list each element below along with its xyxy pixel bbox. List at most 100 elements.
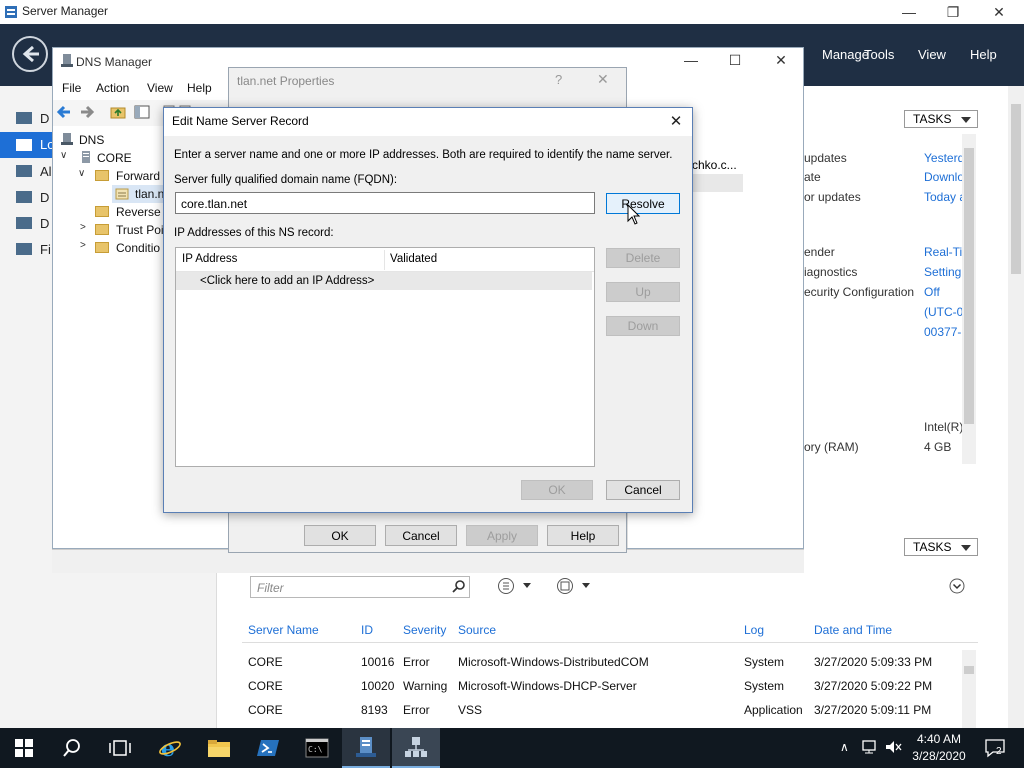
cell-severity: Error	[403, 703, 430, 717]
save-query-icon[interactable]	[556, 577, 596, 595]
volume-muted-icon[interactable]	[884, 739, 902, 755]
add-ip-text[interactable]: <Click here to add an IP Address>	[200, 275, 374, 287]
internet-explorer-icon[interactable]: e	[146, 728, 194, 768]
network-icon[interactable]	[862, 739, 880, 755]
events-scrollbar[interactable]	[962, 650, 976, 728]
tree-item-dns[interactable]: DNS	[79, 133, 104, 147]
show-console-tree-icon[interactable]	[134, 104, 150, 120]
help-icon[interactable]: ?	[555, 72, 562, 87]
back-icon[interactable]	[56, 104, 72, 120]
col-id[interactable]: ID	[361, 623, 373, 637]
prop-value-link[interactable]: Yesterd	[924, 151, 964, 165]
dns-close-button[interactable]: ✕	[758, 48, 804, 72]
menu-tools[interactable]: Tools	[864, 47, 894, 62]
cell-source: Microsoft-Windows-DHCP-Server	[458, 679, 637, 693]
cell-log: System	[744, 655, 785, 669]
menu-view[interactable]: View	[918, 47, 946, 62]
prop-label: updates	[804, 151, 847, 165]
resolve-button[interactable]: Resolve	[606, 193, 680, 214]
notifications-icon[interactable]	[984, 738, 1006, 758]
chevron-up-icon[interactable]: ∧	[840, 740, 849, 754]
col-server-name[interactable]: Server Name	[248, 623, 319, 637]
search-icon[interactable]	[48, 728, 96, 768]
cell-date: 3/27/2020 5:09:33 PM	[814, 655, 933, 669]
col-log[interactable]: Log	[744, 623, 764, 637]
prop-value-link[interactable]: Setting	[924, 265, 961, 279]
cell-source: Microsoft-Windows-DistributedCOM	[458, 655, 649, 669]
menu-help[interactable]: Help	[970, 47, 997, 62]
forward-icon[interactable]	[79, 104, 95, 120]
main-scrollbar[interactable]	[1008, 86, 1024, 728]
chevron-down-icon[interactable]: ∨	[60, 150, 67, 161]
dns-maximize-button[interactable]: ☐	[712, 48, 758, 72]
menu-file[interactable]: File	[62, 81, 81, 95]
props-ok-button[interactable]: OK	[304, 525, 376, 546]
powershell-icon[interactable]	[244, 728, 292, 768]
col-severity[interactable]: Severity	[403, 623, 446, 637]
prop-value-link[interactable]: Real-Ti	[924, 245, 962, 259]
column-divider[interactable]	[384, 250, 385, 270]
task-view-icon[interactable]	[96, 728, 144, 768]
minimize-button[interactable]: —	[886, 0, 932, 24]
back-arrow-icon[interactable]	[12, 36, 48, 72]
window-title: Server Manager	[22, 4, 109, 18]
prop-value-link[interactable]: (UTC-0	[924, 305, 963, 319]
menu-help[interactable]: Help	[187, 81, 212, 95]
dns-manager-icon	[61, 54, 73, 67]
tasks-dropdown-top[interactable]: TASKS	[904, 110, 978, 128]
filter-input[interactable]: Filter	[250, 576, 470, 598]
chevron-down-icon[interactable]: ∨	[78, 168, 85, 179]
prop-label: ate	[804, 170, 821, 184]
col-validated[interactable]: Validated	[390, 253, 437, 265]
tree-item-conditional-forwarders[interactable]: Conditio	[116, 241, 160, 255]
prop-value-link[interactable]: Today a	[924, 190, 966, 204]
prop-value-link[interactable]: Off	[924, 285, 940, 299]
menu-view[interactable]: View	[147, 81, 173, 95]
menu-manage[interactable]: Manage	[822, 47, 869, 62]
tree-item-core[interactable]: CORE	[97, 151, 132, 165]
col-date-time[interactable]: Date and Time	[814, 623, 892, 637]
delete-button[interactable]: Delete	[606, 248, 680, 268]
tasks-dropdown-events[interactable]: TASKS	[904, 538, 978, 556]
dns-manager-taskbar-icon[interactable]	[392, 728, 440, 768]
clock-date[interactable]: 3/28/2020	[907, 749, 971, 763]
clock-time[interactable]: 4:40 AM	[913, 732, 965, 746]
ip-list-label: IP Addresses of this NS record:	[174, 227, 334, 239]
prop-value-link[interactable]: Downlo	[924, 170, 964, 184]
menu-action[interactable]: Action	[96, 81, 129, 95]
file-explorer-icon[interactable]	[195, 728, 243, 768]
props-apply-button[interactable]: Apply	[466, 525, 538, 546]
panel-scrollbar[interactable]	[962, 134, 976, 464]
tree-item-trust-points[interactable]: Trust Poi	[116, 223, 164, 237]
up-button[interactable]: Up	[606, 282, 680, 302]
chevron-down-icon	[961, 117, 971, 123]
prop-label: ender	[804, 245, 835, 259]
restore-button[interactable]: ❐	[930, 0, 976, 24]
props-cancel-button[interactable]: Cancel	[385, 525, 457, 546]
props-help-button[interactable]: Help	[547, 525, 619, 546]
list-options-icon[interactable]	[497, 577, 537, 595]
fqdn-label: Server fully qualified domain name (FQDN…	[174, 174, 398, 186]
search-icon[interactable]	[452, 579, 466, 593]
expand-collapse-icon[interactable]	[949, 578, 965, 594]
props-close-icon[interactable]: ✕	[597, 71, 609, 88]
close-icon[interactable]: ✕	[664, 110, 688, 132]
prop-value-link[interactable]: 00377-	[924, 325, 961, 339]
fqdn-input[interactable]: core.tlan.net	[175, 192, 595, 214]
col-source[interactable]: Source	[458, 623, 496, 637]
up-folder-icon[interactable]	[110, 104, 126, 120]
dialog-ok-button[interactable]: OK	[521, 480, 593, 500]
dialog-cancel-button[interactable]: Cancel	[606, 480, 680, 500]
chevron-right-icon[interactable]: >	[80, 222, 86, 233]
cell-id: 10016	[361, 655, 395, 669]
tree-item-zone-tlan[interactable]: tlan.n	[135, 187, 164, 201]
col-ip-address[interactable]: IP Address	[182, 253, 237, 265]
server-manager-taskbar-icon[interactable]	[342, 728, 390, 768]
start-windows-icon[interactable]	[0, 728, 48, 768]
dns-minimize-button[interactable]: —	[668, 48, 714, 72]
command-prompt-icon[interactable]: C:\	[293, 728, 341, 768]
close-button[interactable]: ✕	[976, 0, 1022, 24]
chevron-right-icon[interactable]: >	[80, 240, 86, 251]
tree-item-forward-lookup[interactable]: Forward	[116, 169, 160, 183]
down-button[interactable]: Down	[606, 316, 680, 336]
